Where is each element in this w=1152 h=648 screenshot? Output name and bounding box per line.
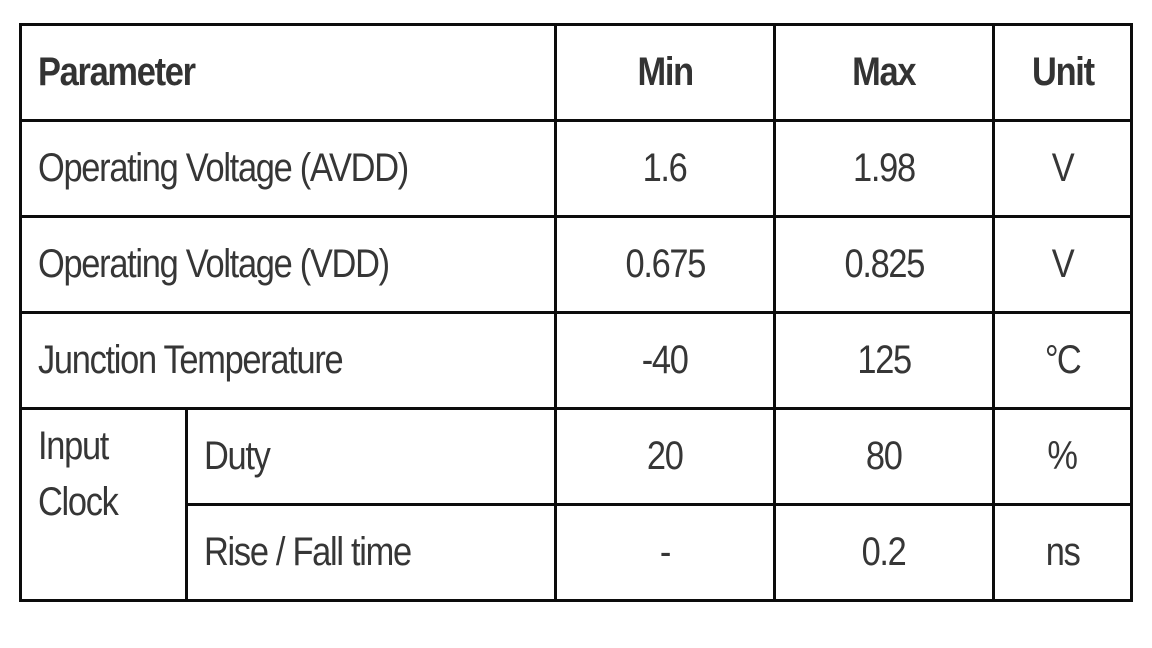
unit-cell: °C	[992, 311, 1133, 410]
parameter-cell: Junction Temperature	[19, 311, 557, 410]
group-label-cell: Input Clock	[19, 407, 188, 602]
parameter-cell: Operating Voltage (AVDD)	[19, 119, 557, 218]
parameter-cell: Rise / Fall time	[185, 503, 557, 602]
table-row: Input Clock Duty 20 80 %	[19, 407, 1133, 602]
min-cell: -	[554, 503, 776, 602]
unit-cell: V	[992, 119, 1133, 218]
parameter-cell: Duty	[185, 407, 557, 506]
max-cell: 1.98	[773, 119, 995, 218]
min-cell: 1.6	[554, 119, 776, 218]
max-cell: 0.825	[773, 215, 995, 314]
header-row: Parameter Min Max Unit	[19, 23, 1133, 122]
header-max: Max	[773, 23, 995, 122]
min-cell: 20	[554, 407, 776, 506]
unit-cell: ns	[992, 503, 1133, 602]
header-unit: Unit	[992, 23, 1133, 122]
unit-cell: %	[992, 407, 1133, 506]
min-cell: -40	[554, 311, 776, 410]
table-row: Operating Voltage (AVDD) 1.6 1.98 V	[19, 119, 1133, 218]
max-cell: 80	[773, 407, 995, 506]
header-parameter: Parameter	[19, 23, 557, 122]
max-cell: 0.2	[773, 503, 995, 602]
specification-table: Parameter Min Max Unit Operating Voltage…	[19, 23, 1133, 602]
unit-cell: V	[992, 215, 1133, 314]
parameter-cell: Operating Voltage (VDD)	[19, 215, 557, 314]
table-row: Junction Temperature -40 125 °C	[19, 311, 1133, 410]
table-row: Operating Voltage (VDD) 0.675 0.825 V	[19, 215, 1133, 314]
max-cell: 125	[773, 311, 995, 410]
min-cell: 0.675	[554, 215, 776, 314]
table-row: Rise / Fall time - 0.2 ns	[21, 503, 1133, 602]
header-min: Min	[554, 23, 776, 122]
